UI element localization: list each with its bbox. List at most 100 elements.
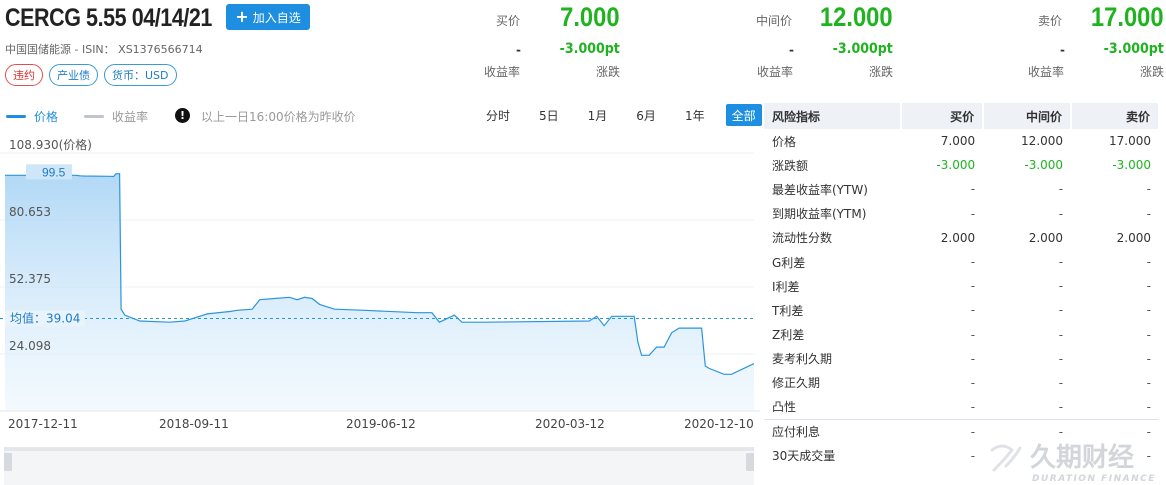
quote-mid-yield: - [789, 43, 794, 57]
quote-bid-yield-label: 收益率 [484, 65, 521, 79]
bond-title: CERCG 5.55 04/14/21 [5, 4, 212, 32]
yield-legend-label[interactable]: 收益率 [112, 108, 148, 125]
risk-bid-value: 7.000 [940, 134, 976, 149]
risk-ask-value: - [1146, 206, 1151, 221]
range-1m[interactable]: 1月 [580, 104, 616, 126]
risk-ask-value: - [1146, 279, 1151, 294]
risk-metric-name: 修正久期 [772, 376, 821, 391]
max-label: 99.5 [42, 165, 66, 179]
risk-metric-name: 麦考利久期 [772, 352, 833, 367]
bond-header: CERCG 5.55 04/14/21 + 加入自选 中国国储能源 - ISIN… [0, 0, 1166, 100]
risk-mid-value: - [1058, 279, 1064, 294]
add-to-watchlist-button[interactable]: + 加入自选 [226, 4, 310, 30]
quote-ask: 卖价 17.000 - -3.000pt 收益率 涨跌 [1024, 0, 1164, 100]
risk-ask-value: 2.000 [1116, 230, 1151, 245]
risk-mid-value: - [1058, 206, 1064, 221]
table-row: 流动性分数 2.000 2.000 2.000 [764, 226, 1159, 250]
risk-table-header: 风险指标 买价 中间价 卖价 [764, 103, 1160, 129]
table-row: 涨跌额 -3.000 -3.000 -3.000 [764, 153, 1159, 177]
range-selector: 分时 5日 1月 6月 1年 全部 [478, 104, 762, 126]
risk-mid-value: -3.000 [1024, 158, 1064, 173]
risk-ask-value: - [1146, 303, 1151, 318]
table-row: I利差 - - - [764, 274, 1159, 298]
price-legend-swatch [6, 115, 26, 118]
navigator-right-handle[interactable] [746, 453, 754, 471]
price-area [5, 173, 754, 411]
risk-bid-value: - [970, 399, 976, 414]
mean-label: 均值：39.04 [10, 311, 80, 326]
risk-bid-value: - [970, 206, 976, 221]
watermark-cn: 久期财经 [1030, 442, 1134, 473]
x-tick-label: 2017-12-11 [8, 417, 78, 431]
x-tick-label: 2020-03-12 [535, 417, 605, 431]
quote-ask-yield-label: 收益率 [1028, 65, 1065, 79]
quote-mid-change: -3.000pt [832, 41, 893, 57]
quote-bid-change: -3.000pt [559, 41, 620, 57]
risk-mid-value: - [1058, 255, 1064, 270]
navigator-top-bar [4, 447, 754, 451]
price-legend-label[interactable]: 价格 [34, 108, 58, 125]
risk-ask-value: - [1146, 255, 1151, 270]
bond-tags: 违约 产业债 货币：USD [5, 64, 177, 86]
y-tick-label: 80.653 [9, 205, 51, 219]
risk-metric-name: 最差收益率(YTW) [772, 182, 868, 197]
price-chart-svg: 108.930(价格) 80.653 52.375 24.098 99.5 均值：39… [0, 137, 760, 485]
y-tick-label: 108.930(价格) [9, 137, 92, 152]
x-tick-label: 2020-12-10 [684, 417, 754, 431]
range-intraday[interactable]: 分时 [478, 104, 518, 126]
quote-bid: 买价 7.000 - -3.000pt 收益率 涨跌 [480, 0, 620, 100]
risk-ask-value: -3.000 [1112, 158, 1151, 173]
risk-ask-value: - [1146, 375, 1151, 390]
risk-bid-value: - [970, 375, 976, 390]
table-row: 修正久期 - - - [764, 371, 1159, 395]
risk-header-ask: 卖价 [1071, 103, 1160, 129]
y-tick-label: 24.098 [9, 339, 51, 353]
watermark-logo-mark [990, 444, 1015, 472]
risk-mid-value: - [1058, 399, 1064, 414]
quote-bid-yield: - [516, 43, 521, 57]
risk-bid-value: - [970, 279, 976, 294]
range-6m[interactable]: 6月 [628, 104, 664, 126]
yield-legend-swatch [84, 115, 104, 118]
risk-metric-name: T利差 [772, 303, 804, 318]
price-chart[interactable]: 108.930(价格) 80.653 52.375 24.098 99.5 均值：39… [0, 135, 760, 485]
x-tick-label: 2019-06-12 [346, 417, 416, 431]
risk-metric-name: 流动性分数 [772, 231, 833, 246]
table-row: 到期收益率(YTM) - - - [764, 202, 1159, 226]
table-row: 价格 7.000 12.000 17.000 [764, 129, 1159, 153]
exclamation-icon: ! [175, 108, 190, 123]
quote-bid-change-label: 涨跌 [596, 65, 621, 79]
x-tick-label: 2018-09-11 [159, 417, 229, 431]
risk-metric-name: 凸性 [772, 400, 797, 415]
risk-metric-name: 30天成交量 [772, 449, 836, 464]
tag-default: 违约 [5, 64, 43, 86]
table-row: 麦考利久期 - - - [764, 347, 1159, 371]
risk-metrics-table: 风险指标 买价 中间价 卖价 价格 7.000 12.000 17.000 涨跌额 -3… [764, 103, 1160, 468]
range-all[interactable]: 全部 [725, 104, 762, 126]
risk-bid-value: - [970, 182, 976, 197]
quote-ask-price: 17.000 [1091, 2, 1164, 32]
range-5d[interactable]: 5日 [531, 104, 567, 126]
risk-mid-value: 12.000 [1021, 134, 1064, 149]
range-1y[interactable]: 1年 [677, 104, 713, 126]
risk-bid-value: - [970, 327, 976, 342]
chart-navigator[interactable] [4, 447, 754, 485]
table-row: 凸性 - - - [764, 395, 1159, 419]
prev-close-note: 以上一日16:00价格为昨收价 [201, 110, 356, 124]
risk-ask-value: - [1146, 182, 1151, 197]
navigator-left-handle[interactable] [4, 453, 12, 471]
risk-metric-name: 应付利息 [764, 418, 901, 444]
risk-bid-value: -3.000 [936, 158, 976, 173]
risk-bid-value: - [970, 303, 976, 318]
risk-metric-name: 价格 [772, 134, 797, 149]
duration-finance-watermark: 久期财经 DURATION FINANCE [990, 442, 1156, 484]
risk-ask-value: - [1146, 327, 1151, 342]
quote-bid-price: 7.000 [560, 2, 620, 32]
risk-metric-name: 涨跌额 [772, 158, 809, 173]
watermark-en: DURATION FINANCE [1032, 474, 1156, 484]
risk-header-mid: 中间价 [983, 103, 1073, 129]
table-row: Z利差 - - - [764, 323, 1159, 347]
table-row: T利差 - - - [764, 298, 1159, 322]
quote-ask-change: -3.000pt [1103, 41, 1164, 57]
risk-metric-name: G利差 [772, 255, 806, 270]
